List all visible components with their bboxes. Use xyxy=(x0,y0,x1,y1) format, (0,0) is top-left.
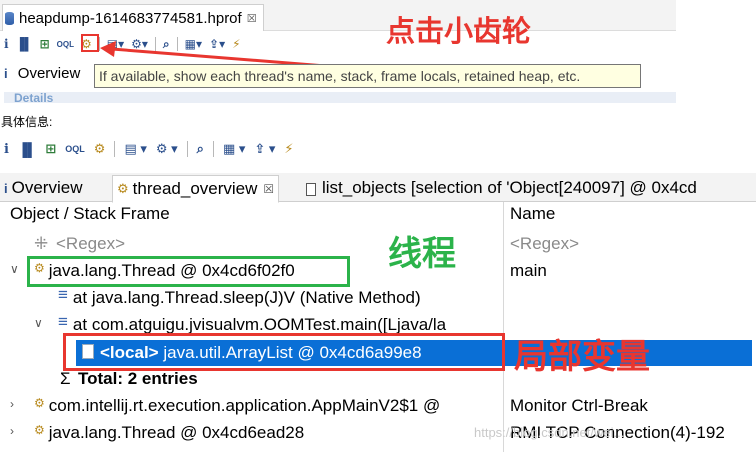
toolbar-separator xyxy=(114,141,116,157)
regex-filter-name[interactable]: <Regex> xyxy=(510,234,579,254)
tab-thread-overview[interactable]: ⚙ thread_overview ☒ xyxy=(112,175,280,203)
close-icon[interactable]: ☒ xyxy=(263,182,274,196)
stack-frame-icon: ≡ xyxy=(58,312,68,331)
thread-main-name: main xyxy=(510,261,547,280)
calculate-retained-icon[interactable]: ⚡ xyxy=(284,141,293,157)
column-header-object[interactable]: Object / Stack Frame xyxy=(10,204,170,224)
toolbar-separator xyxy=(212,141,214,157)
dominator-tree-icon[interactable]: ⊞ xyxy=(45,141,56,157)
stack-frame-sleep: ≡ at java.lang.Thread.sleep(J)V (Native M… xyxy=(58,285,421,307)
regex-filter-icon: ⁜ xyxy=(34,234,49,253)
details-label: Details xyxy=(14,92,54,103)
chevron-down-icon[interactable]: ∨ xyxy=(34,316,43,330)
query-browser-icon[interactable]: ⚙ ▾ xyxy=(156,141,178,157)
thread-appmain-object: ⚙ com.intellij.rt.execution.application.A… xyxy=(34,396,441,415)
thread-annotation: 线程 xyxy=(388,234,456,274)
chevron-right-icon[interactable]: › xyxy=(10,397,14,411)
chevron-right-icon[interactable]: › xyxy=(10,424,14,438)
tooltip: If available, show each thread's name, s… xyxy=(94,64,641,88)
chevron-down-icon[interactable]: ∨ xyxy=(10,262,19,276)
table-row-thread-rmi[interactable]: › ⚙ java.lang.Thread @ 0x4cd6ead28 RMI TC… xyxy=(0,420,756,447)
local-variables-annotation: 局部变量 xyxy=(514,337,650,377)
document-icon xyxy=(306,182,316,196)
tab-list-objects-label: list_objects [selection of 'Object[24009… xyxy=(322,178,697,197)
info-icon: i xyxy=(4,180,8,196)
thread-highlight-box xyxy=(27,256,350,287)
stack-frame-icon: ≡ xyxy=(58,285,68,304)
toolbar-separator xyxy=(186,141,188,157)
total-entries: Total: 2 entries xyxy=(78,369,198,388)
info-icon: i xyxy=(4,66,8,81)
top-overview-label: Overview xyxy=(17,65,81,82)
click-gear-annotation: 点击小齿轮 xyxy=(386,14,532,48)
info-icon[interactable]: i xyxy=(4,142,9,157)
sigma-icon: Σ xyxy=(60,369,71,388)
run-report-icon[interactable]: ▤ ▾ xyxy=(124,141,146,157)
gear-icon: ⚙ xyxy=(117,181,129,196)
top-overview-tab[interactable]: i Overview xyxy=(4,65,80,82)
tab-thread-overview-label: thread_overview xyxy=(132,179,258,198)
table-row-regex[interactable]: ⁜ <Regex> <Regex> xyxy=(0,231,756,258)
table-row-frame-sleep[interactable]: ≡ at java.lang.Thread.sleep(J)V (Native M… xyxy=(0,285,756,312)
local-highlight-box xyxy=(63,333,505,371)
thread-gear-icon: ⚙ xyxy=(34,423,45,437)
table-row-thread-appmain[interactable]: › ⚙ com.intellij.rt.execution.application… xyxy=(0,393,756,420)
column-header-name[interactable]: Name xyxy=(510,204,555,224)
top-screenshot: heapdump-1614683774581.hprof ☒ i ▐▌ ⊞ OQ… xyxy=(0,0,676,103)
watermark: https://blog.csdn.net/wei... xyxy=(474,425,625,440)
layout-icon[interactable]: ▦ ▾ xyxy=(223,141,245,157)
bottom-editor-tabbar: i Overview ⚙ thread_overview ☒ list_obje… xyxy=(0,173,756,203)
thread-gear-icon: ⚙ xyxy=(34,396,45,410)
stack-frame-main: ≡ at com.atguigu.jvisualvm.OOMTest.main([… xyxy=(58,312,447,334)
caption: 具体信息: xyxy=(1,115,53,129)
regex-filter-object[interactable]: <Regex> xyxy=(56,234,125,254)
histogram-icon[interactable]: ▐▌ xyxy=(18,142,36,157)
oql-icon[interactable]: OQL xyxy=(65,144,85,154)
tab-overview-label: Overview xyxy=(11,178,83,197)
tab-overview[interactable]: i Overview xyxy=(4,175,82,201)
tab-list-objects[interactable]: list_objects [selection of 'Object[24009… xyxy=(306,175,697,201)
search-icon[interactable]: ⌕ xyxy=(197,141,204,157)
export-icon[interactable]: ⇪ ▾ xyxy=(254,141,275,157)
thread-rmi-object: ⚙ java.lang.Thread @ 0x4cd6ead28 xyxy=(34,423,305,442)
thread-appmain-name: Monitor Ctrl-Break xyxy=(510,396,648,415)
thread-overview-gear-icon[interactable]: ⚙ xyxy=(94,141,106,157)
details-section-cut: Details xyxy=(4,92,676,103)
bottom-toolbar: i ▐▌ ⊞ OQL ⚙ ▤ ▾ ⚙ ▾ ⌕ ▦ ▾ ⇪ ▾ ⚡ xyxy=(4,140,303,158)
arrow-head xyxy=(100,41,116,57)
